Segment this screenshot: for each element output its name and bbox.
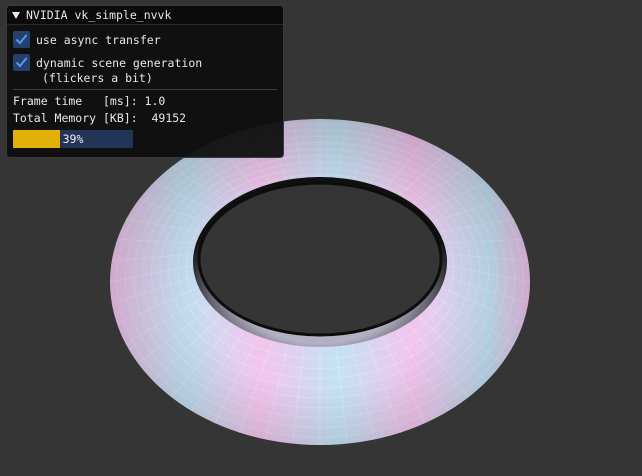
panel-titlebar[interactable]: NVIDIA vk_simple_nvvk [7,6,283,25]
frame-time-stat: Frame time [ms]: 1.0 [13,94,166,108]
panel-title: NVIDIA vk_simple_nvvk [26,8,172,22]
option-async-transfer[interactable]: use async transfer [13,28,283,51]
dynamic-scene-label: dynamic scene generation [36,55,203,70]
total-memory-stat: Total Memory [KB]: 49152 [13,111,187,125]
async-transfer-checkbox[interactable] [13,31,30,48]
memory-progress-bar: 39% [13,130,133,148]
torus-hole [197,181,443,337]
async-transfer-label: use async transfer [36,32,161,47]
progress-label: 39% [62,132,84,146]
separator [13,89,277,90]
dynamic-scene-note: (flickers a bit) [42,71,153,85]
collapse-arrow-icon[interactable] [12,11,20,19]
checkmark-icon [15,34,28,45]
settings-panel[interactable]: NVIDIA vk_simple_nvvk use async transfer… [6,5,284,158]
checkmark-icon [15,57,28,68]
dynamic-scene-checkbox[interactable] [13,54,30,71]
